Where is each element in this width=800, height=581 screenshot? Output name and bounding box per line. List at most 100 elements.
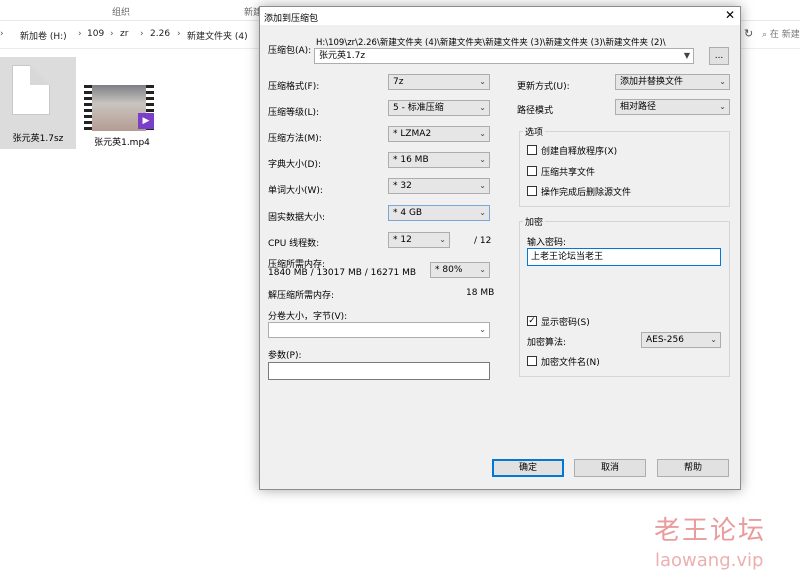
format-select[interactable]: 7z ⌄ <box>388 74 490 90</box>
method-select[interactable]: * LZMA2 ⌄ <box>388 126 490 142</box>
add-to-archive-dialog: 添加到压缩包 ✕ 压缩包(A): H:\109\zr\2.26\新建文件夹 (4… <box>259 6 741 490</box>
password-label: 输入密码: <box>527 238 567 248</box>
update-select[interactable]: 添加并替换文件 ⌄ <box>615 74 730 90</box>
cpu-value: * 12 <box>393 235 412 245</box>
chevron-right-icon: › <box>78 29 82 39</box>
breadcrumb-drive[interactable]: 新加卷 (H:) <box>20 29 67 42</box>
cancel-button[interactable]: 取消 <box>574 459 646 477</box>
archive-path: H:\109\zr\2.26\新建文件夹 (4)\新建文件夹\新建文件夹 (3)… <box>316 38 666 48</box>
chevron-right-icon: › <box>110 29 114 39</box>
archive-label: 压缩包(A): <box>268 46 312 56</box>
path-mode-value: 相对路径 <box>620 102 657 112</box>
shared-label: 压缩共享文件 <box>541 168 596 178</box>
mem-decomp-label: 解压缩所需内存: <box>268 291 335 301</box>
chevron-right-icon: › <box>140 29 144 39</box>
encrypt-names-checkbox[interactable] <box>527 356 537 366</box>
watermark-title: 老王论坛 <box>654 516 767 546</box>
encrypt-names-label: 加密文件名(N) <box>541 358 600 368</box>
breadcrumb-109[interactable]: 109 <box>87 29 104 39</box>
chevron-down-icon: ⌄ <box>439 235 446 244</box>
path-mode-label: 路径模式 <box>517 106 554 116</box>
split-label: 分卷大小，字节(V): <box>268 312 348 322</box>
chevron-down-icon: ⌄ <box>719 77 726 86</box>
encryption-title: 加密 <box>523 215 546 228</box>
cpu-total: / 12 <box>474 236 492 246</box>
chevron-down-icon: ⌄ <box>479 103 486 112</box>
help-button[interactable]: 帮助 <box>657 459 729 477</box>
solid-label: 固实数据大小: <box>268 213 326 223</box>
breadcrumb-folder4[interactable]: 新建文件夹 (4) <box>187 29 248 42</box>
search-placeholder: 在 新建 <box>769 30 800 40</box>
breadcrumb-zr[interactable]: zr <box>120 29 128 39</box>
dict-select[interactable]: * 16 MB ⌄ <box>388 152 490 168</box>
ok-button[interactable]: 确定 <box>492 459 564 477</box>
mem-pct-value: * 80% <box>435 265 463 275</box>
chevron-down-icon: ⌄ <box>479 208 486 217</box>
dict-label: 字典大小(D): <box>268 160 321 170</box>
word-select[interactable]: * 32 ⌄ <box>388 178 490 194</box>
path-mode-select[interactable]: 相对路径 ⌄ <box>615 99 730 115</box>
level-label: 压缩等级(L): <box>268 108 320 118</box>
dialog-title: 添加到压缩包 <box>264 14 319 24</box>
mem-comp-value: 1840 MB / 13017 MB / 16271 MB <box>268 268 417 278</box>
file-item-7sz[interactable]: 张元英1.7sz <box>0 57 76 149</box>
delete-checkbox[interactable] <box>527 186 537 196</box>
chevron-down-icon: ⌄ <box>479 129 486 138</box>
solid-select[interactable]: * 4 GB ⌄ <box>388 205 490 221</box>
file-name: 张元英1.mp4 <box>94 138 150 148</box>
split-combo[interactable]: ⌄ <box>268 322 490 338</box>
solid-value: * 4 GB <box>393 208 423 218</box>
enc-method-label: 加密算法: <box>527 338 567 348</box>
chevron-down-icon: ⌄ <box>479 265 486 274</box>
search-box[interactable]: ⌕ 在 新建 <box>762 26 800 44</box>
mem-decomp-value: 18 MB <box>466 288 495 298</box>
film-strip <box>84 85 92 131</box>
update-value: 添加并替换文件 <box>620 77 684 87</box>
document-icon <box>12 65 50 115</box>
password-value: 上老王论坛当老王 <box>531 252 604 262</box>
show-password-checkbox[interactable]: ✓ <box>527 316 537 326</box>
chevron-down-icon: ⌄ <box>479 181 486 190</box>
file-name: 张元英1.7sz <box>12 134 64 144</box>
format-value: 7z <box>393 77 404 87</box>
ribbon-group-label: 组织 <box>112 8 131 18</box>
chevron-down-icon: ⌄ <box>710 335 717 344</box>
breadcrumb-226[interactable]: 2.26 <box>150 29 170 39</box>
dialog-titlebar[interactable]: 添加到压缩包 ✕ <box>260 7 740 25</box>
chevron-right-icon: › <box>177 29 181 39</box>
archive-name-combo[interactable]: 张元英1.7z ▼ <box>314 48 694 64</box>
method-value: * LZMA2 <box>393 129 432 139</box>
chevron-right-icon: › <box>0 29 4 39</box>
search-icon: ⌕ <box>762 30 768 40</box>
sfx-label: 创建自释放程序(X) <box>541 147 618 157</box>
level-select[interactable]: 5 - 标准压缩 ⌄ <box>388 100 490 116</box>
archive-name-value: 张元英1.7z <box>319 51 366 61</box>
file-item-mp4[interactable]: ▶ 张元英1.mp4 <box>82 57 162 149</box>
cpu-label: CPU 线程数: <box>268 239 320 249</box>
watermark-url: laowang.vip <box>655 550 764 571</box>
play-icon: ▶ <box>138 113 154 129</box>
update-label: 更新方式(U): <box>517 82 570 92</box>
enc-method-select[interactable]: AES-256 ⌄ <box>641 332 721 348</box>
cpu-select[interactable]: * 12 ⌄ <box>388 232 450 248</box>
show-password-label: 显示密码(S) <box>541 318 590 328</box>
refresh-icon[interactable]: ↻ <box>744 27 758 41</box>
enc-method-value: AES-256 <box>646 335 684 345</box>
mem-pct-select[interactable]: * 80% ⌄ <box>430 262 490 278</box>
close-icon[interactable]: ✕ <box>722 8 738 22</box>
browse-button[interactable]: ... <box>709 47 729 65</box>
level-value: 5 - 标准压缩 <box>393 103 444 113</box>
chevron-down-icon: ▼ <box>683 51 690 60</box>
params-input[interactable] <box>268 362 490 380</box>
shared-checkbox[interactable] <box>527 166 537 176</box>
dict-value: * 16 MB <box>393 155 429 165</box>
delete-label: 操作完成后删除源文件 <box>541 188 632 198</box>
password-input[interactable]: 上老王论坛当老王 <box>527 248 721 266</box>
chevron-down-icon: ⌄ <box>719 102 726 111</box>
options-title: 选项 <box>523 125 546 138</box>
word-label: 单词大小(W): <box>268 186 323 196</box>
chevron-down-icon: ⌄ <box>479 325 486 334</box>
sfx-checkbox[interactable] <box>527 145 537 155</box>
word-value: * 32 <box>393 181 412 191</box>
format-label: 压缩格式(F): <box>268 82 320 92</box>
